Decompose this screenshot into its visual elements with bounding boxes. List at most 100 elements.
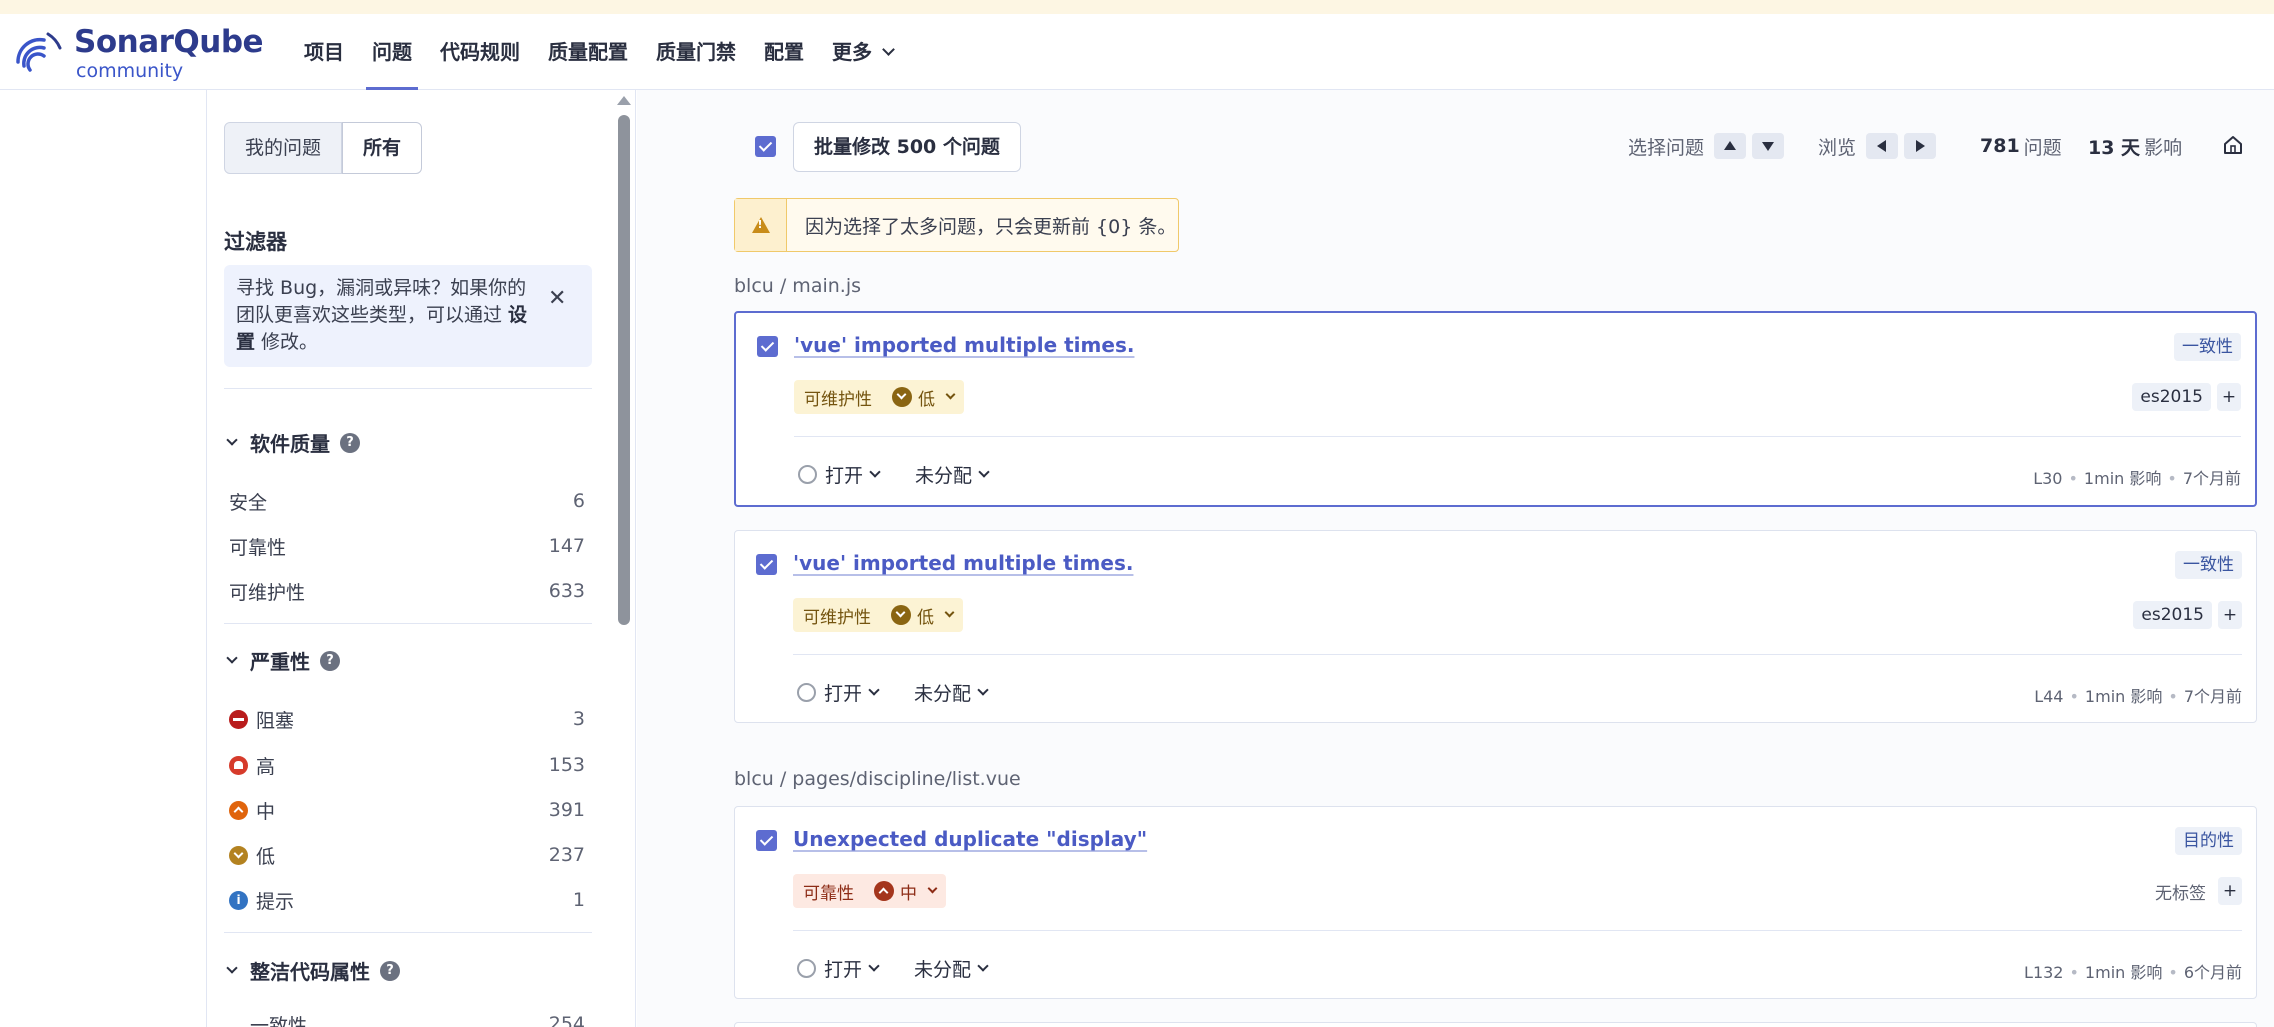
- clean-code-attribute-badge[interactable]: 一致性: [2175, 551, 2242, 579]
- add-tag-button[interactable]: +: [2218, 601, 2242, 629]
- facet-item-consistency[interactable]: 一致性 254: [250, 1008, 585, 1027]
- nav-projects[interactable]: 项目: [290, 14, 358, 90]
- facet-label: 一致性: [250, 1014, 308, 1027]
- nav-quality-profiles[interactable]: 质量配置: [534, 14, 642, 90]
- impact-badge[interactable]: 可靠性 中: [793, 874, 946, 908]
- facet-item-medium[interactable]: 中 391: [229, 794, 585, 826]
- sonar-waves-icon: [16, 32, 62, 72]
- assignee-dropdown[interactable]: 未分配: [915, 461, 990, 488]
- facet-count: 6: [572, 490, 585, 512]
- issue-checkbox[interactable]: [756, 830, 777, 851]
- bulk-change-button[interactable]: 批量修改 500 个问题: [793, 122, 1021, 172]
- assignee-dropdown[interactable]: 未分配: [914, 955, 989, 982]
- component-path[interactable]: blcu / pages/discipline/list.vue: [734, 768, 1021, 790]
- divider: [794, 436, 2241, 437]
- impact-badge[interactable]: 可维护性 低: [793, 598, 963, 632]
- add-tag-button[interactable]: +: [2217, 383, 2241, 411]
- issue-age: 7个月前: [2183, 687, 2242, 706]
- top-banner-strip: [0, 0, 2274, 14]
- issue-line[interactable]: L132: [2024, 963, 2063, 982]
- divider: [793, 654, 2242, 655]
- scroll-up-arrow-icon[interactable]: [617, 96, 631, 105]
- facet-count: 391: [548, 799, 585, 821]
- assignee-label: 未分配: [915, 465, 973, 487]
- facet-label: 低: [256, 845, 276, 868]
- tag[interactable]: es2015: [2133, 601, 2212, 629]
- facet-label: 可靠性: [229, 536, 287, 559]
- facet-item-info[interactable]: i 提示 1: [229, 884, 585, 916]
- divider: [224, 388, 592, 389]
- facet-title: 软件质量: [250, 432, 330, 456]
- facet-item-maintainability[interactable]: 可维护性 633: [229, 575, 585, 607]
- issue-card[interactable]: 'vue' imported multiple times. 一致性 可维护性 …: [734, 311, 2257, 507]
- bulk-limit-warning: 因为选择了太多问题，只会更新前 {0} 条。: [734, 198, 1179, 252]
- clean-code-attribute-badge[interactable]: 一致性: [2174, 333, 2241, 361]
- browse-label: 浏览: [1818, 136, 1857, 159]
- facet-item-blocker[interactable]: 阻塞 3: [229, 703, 585, 735]
- help-icon[interactable]: ?: [320, 650, 340, 671]
- issue-line[interactable]: L30: [2033, 469, 2062, 488]
- facet-item-reliability[interactable]: 可靠性 147: [229, 530, 585, 562]
- facet-severity[interactable]: 严重性?: [226, 646, 340, 675]
- issue-card[interactable]: 'vue' imported multiple times. 一致性 可维护性 …: [734, 530, 2257, 723]
- issue-tags: 无标签 +: [2155, 877, 2242, 905]
- facet-item-security[interactable]: 安全 6: [229, 485, 585, 517]
- assignee-dropdown[interactable]: 未分配: [914, 679, 989, 706]
- nav-administration[interactable]: 配置: [750, 14, 818, 90]
- facet-title: 整洁代码属性: [250, 960, 370, 984]
- nav-rules[interactable]: 代码规则: [426, 14, 534, 90]
- facet-item-low[interactable]: 低 237: [229, 839, 585, 871]
- issue-card-partial[interactable]: [734, 1022, 2257, 1027]
- nav-issues[interactable]: 问题: [358, 14, 426, 90]
- hint-text-end: 修改。: [255, 331, 319, 353]
- facet-label: 可维护性: [229, 581, 306, 604]
- issue-title-link[interactable]: 'vue' imported multiple times.: [794, 333, 1134, 357]
- browse-shortcuts: 浏览: [1818, 130, 1937, 162]
- help-icon[interactable]: ?: [380, 960, 400, 981]
- nav-label: 项目: [304, 40, 344, 64]
- effort-value: 13 天: [2088, 136, 2141, 159]
- facet-clean-code-attribute[interactable]: 整洁代码属性?: [226, 956, 400, 985]
- impact-badge[interactable]: 可维护性 低: [794, 380, 964, 414]
- medium-severity-icon: [874, 881, 894, 901]
- home-icon[interactable]: [2222, 134, 2244, 156]
- nav-label: 代码规则: [440, 40, 520, 64]
- help-icon[interactable]: ?: [340, 432, 360, 453]
- status-radio-icon: [797, 683, 816, 702]
- facet-label: 提示: [256, 890, 295, 913]
- facet-item-high[interactable]: 高 153: [229, 749, 585, 781]
- scrollbar-thumb[interactable]: [618, 115, 630, 625]
- severity-label: 中: [900, 883, 917, 904]
- select-issue-label: 选择问题: [1628, 136, 1705, 159]
- issue-title-link[interactable]: 'vue' imported multiple times.: [793, 551, 1133, 575]
- component-path[interactable]: blcu / main.js: [734, 275, 861, 297]
- nav-more[interactable]: 更多: [818, 14, 907, 90]
- all-issues-button[interactable]: 所有: [342, 122, 423, 174]
- issue-effort: 1min 影响: [2083, 469, 2162, 488]
- nav-quality-gates[interactable]: 质量门禁: [642, 14, 750, 90]
- arrow-up-key-icon: [1714, 133, 1747, 159]
- close-icon[interactable]: ✕: [548, 286, 566, 311]
- software-quality-label: 可维护性: [803, 607, 871, 628]
- facet-software-quality[interactable]: 软件质量?: [226, 428, 360, 457]
- status-dropdown[interactable]: 打开: [824, 955, 862, 982]
- issues-unit: 问题: [2023, 136, 2062, 159]
- status-dropdown[interactable]: 打开: [824, 679, 862, 706]
- tag[interactable]: es2015: [2132, 383, 2211, 411]
- medium-icon: [229, 800, 248, 820]
- my-issues-button[interactable]: 我的问题: [224, 122, 343, 174]
- issue-card[interactable]: Unexpected duplicate "display" 目的性 可靠性 中…: [734, 806, 2257, 999]
- sonarqube-logo[interactable]: SonarQube community: [14, 24, 264, 82]
- select-all-checkbox[interactable]: [755, 136, 776, 157]
- issue-checkbox[interactable]: [756, 554, 777, 575]
- issue-title-link[interactable]: Unexpected duplicate "display": [793, 827, 1147, 851]
- issue-checkbox[interactable]: [757, 336, 778, 357]
- add-tag-button[interactable]: +: [2218, 877, 2242, 905]
- issue-line[interactable]: L44: [2034, 687, 2063, 706]
- severity-label: 低: [917, 607, 934, 628]
- issue-age: 7个月前: [2182, 469, 2241, 488]
- clean-code-attribute-badge[interactable]: 目的性: [2175, 827, 2242, 855]
- status-dropdown[interactable]: 打开: [825, 461, 863, 488]
- nav-label: 配置: [764, 40, 804, 64]
- no-tags-label[interactable]: 无标签: [2155, 879, 2206, 904]
